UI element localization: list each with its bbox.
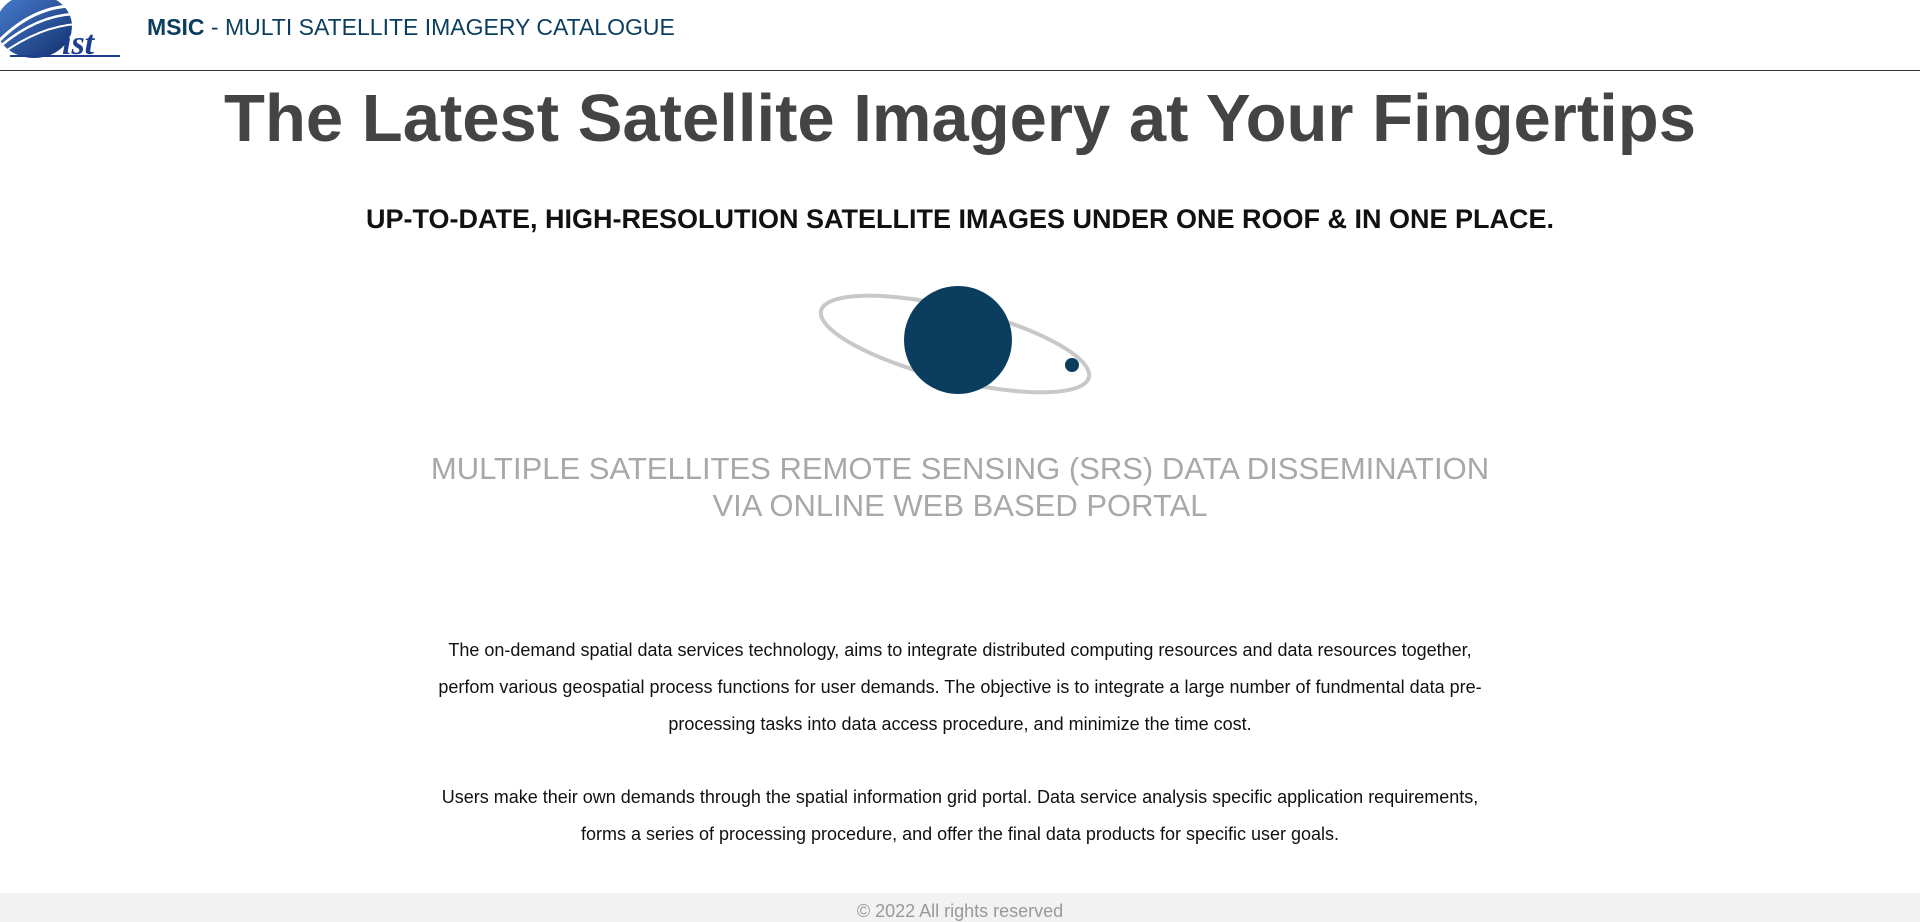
paragraph-2-line-1: Users make their own demands through the… bbox=[441, 787, 1479, 807]
ist-logo-icon: ist bbox=[0, 0, 120, 62]
ist-logo[interactable]: ist bbox=[0, 0, 125, 62]
brand-acronym: MSIC bbox=[147, 14, 205, 40]
hero-tagline: MULTIPLE SATELLITES REMOTE SENSING (SRS)… bbox=[0, 450, 1920, 524]
hero-headline: The Latest Satellite Imagery at Your Fin… bbox=[224, 81, 1696, 156]
site-header: ist MSIC - MULTI SATELLITE IMAGERY CATAL… bbox=[0, 0, 1920, 71]
paragraph-1-line-1: The on-demand spatial data services tech… bbox=[448, 640, 1472, 660]
tagline-line-2: VIA ONLINE WEB BASED PORTAL bbox=[712, 488, 1208, 523]
tagline-line-1: MULTIPLE SATELLITES REMOTE SENSING (SRS)… bbox=[430, 451, 1490, 486]
paragraph-2-line-2: forms a series of processing procedure, … bbox=[580, 824, 1340, 844]
description-paragraph-1: The on-demand spatial data services tech… bbox=[420, 632, 1500, 743]
paragraph-1-line-3: processing tasks into data access proced… bbox=[668, 714, 1252, 734]
logo-text: ist bbox=[62, 25, 96, 60]
site-brand-title[interactable]: MSIC - MULTI SATELLITE IMAGERY CATALOGUE bbox=[147, 14, 675, 41]
hero-subheadline: UP-TO-DATE, HIGH-RESOLUTION SATELLITE IM… bbox=[365, 204, 1555, 234]
paragraph-1-line-2: perfom various geospatial process functi… bbox=[438, 677, 1482, 697]
description-section: The on-demand spatial data services tech… bbox=[420, 632, 1500, 889]
planet-orbit-icon bbox=[815, 282, 1095, 402]
brand-full-name: - MULTI SATELLITE IMAGERY CATALOGUE bbox=[204, 14, 675, 40]
site-footer: © 2022 All rights reserved bbox=[0, 893, 1920, 922]
copyright-text: © 2022 All rights reserved bbox=[856, 901, 1064, 921]
description-paragraph-2: Users make their own demands through the… bbox=[420, 779, 1500, 853]
